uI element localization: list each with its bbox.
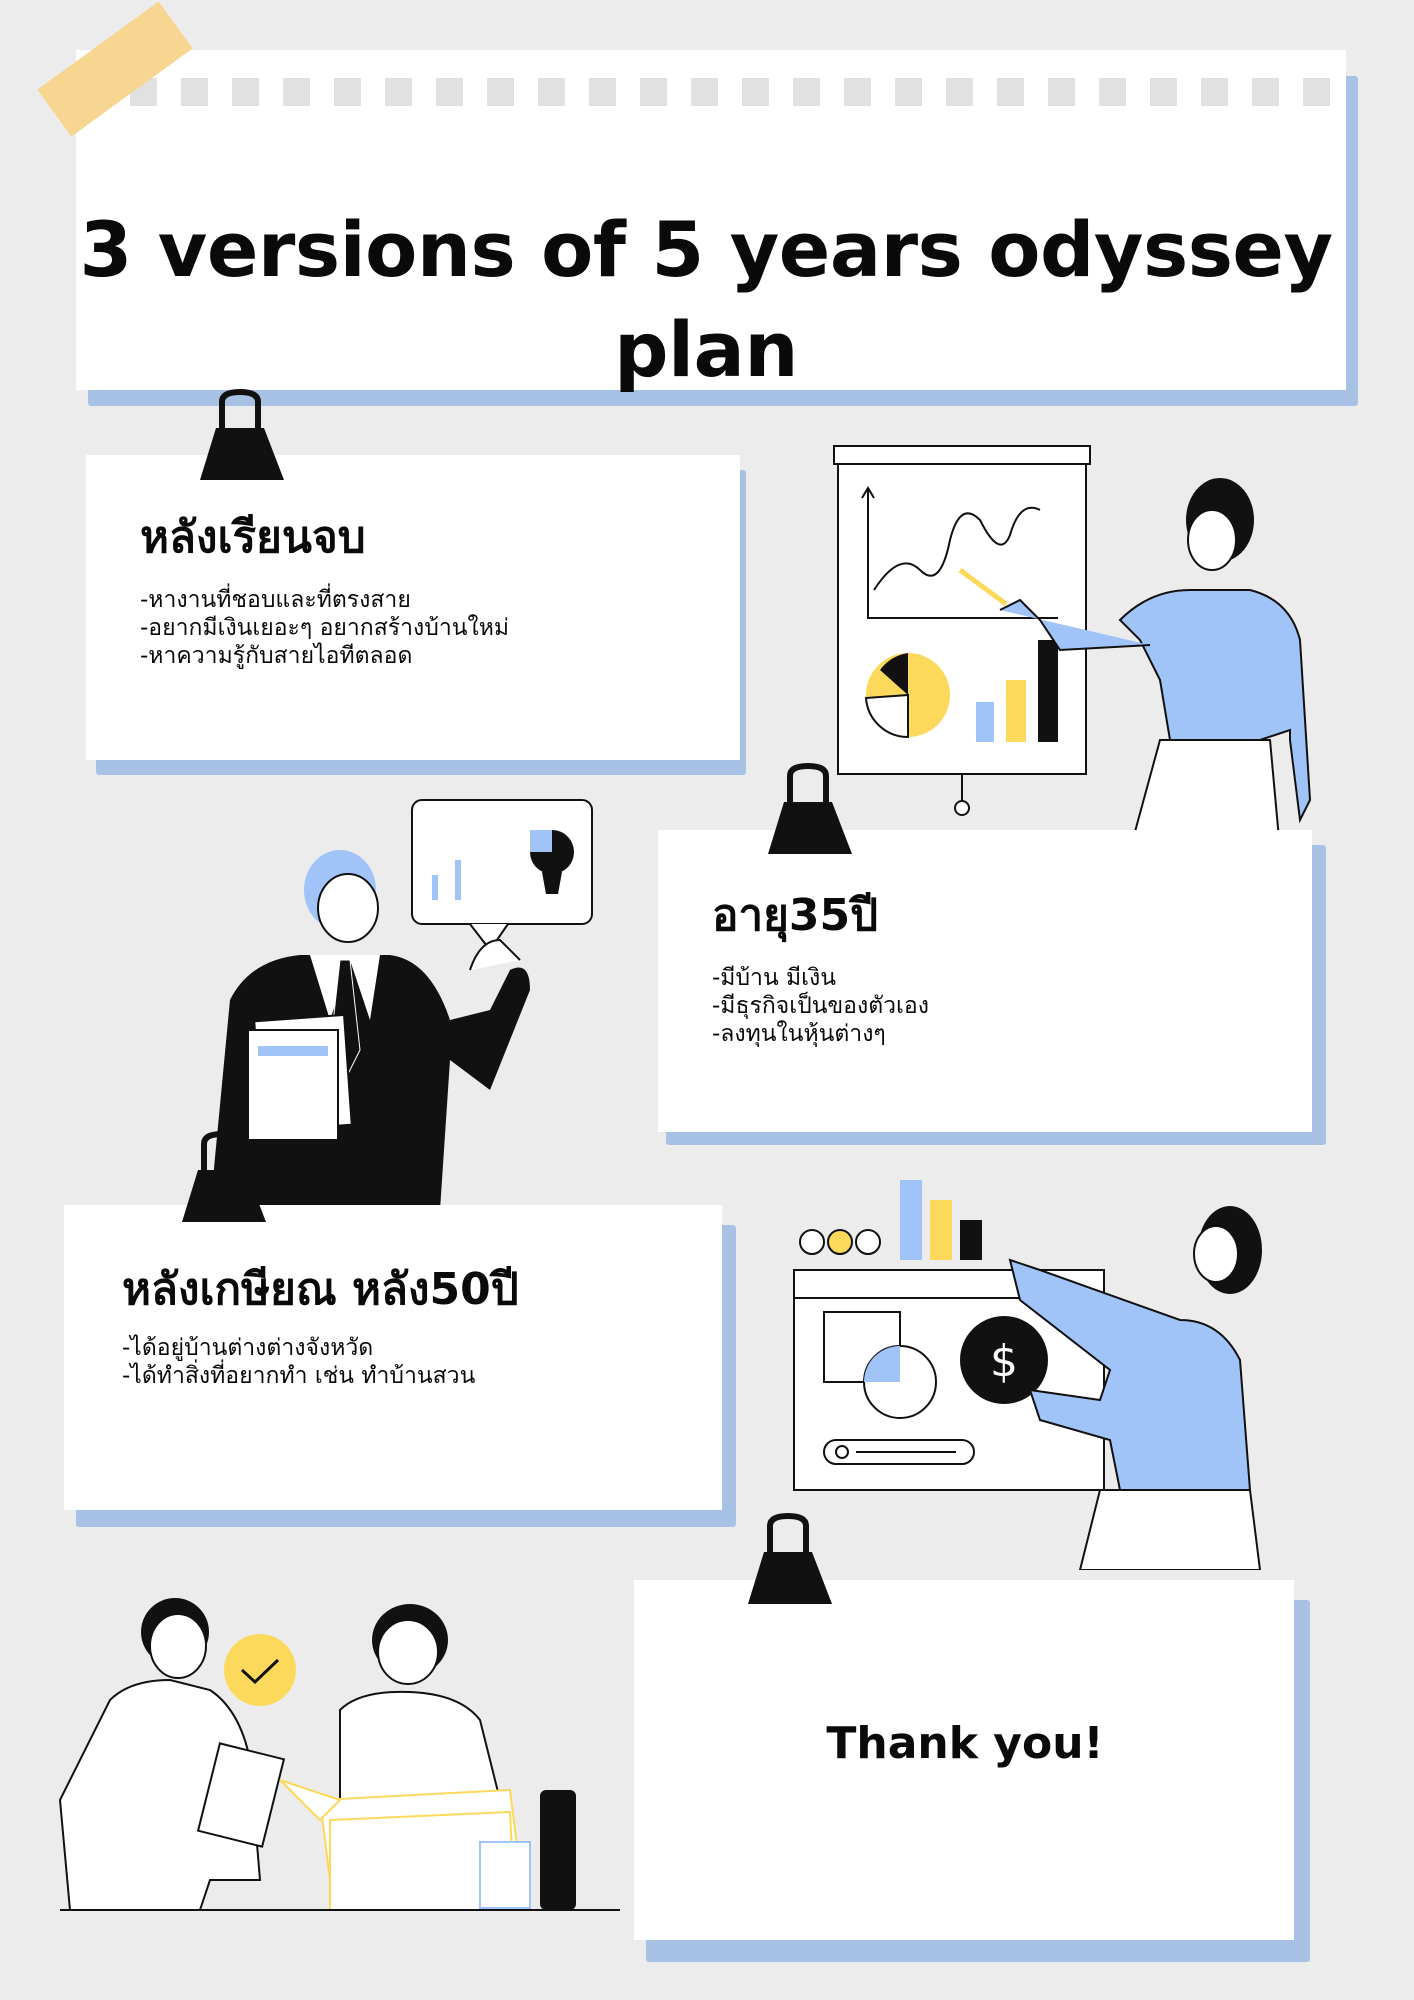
dashboard-illustration: $	[793, 1180, 1262, 1570]
list-item: -ลงทุนในหุ้นต่างๆ	[712, 1021, 886, 1047]
section3-list: -ได้อยู่บ้านต่างต่างจังหวัด -ได้ทำสิ่งที…	[122, 1334, 475, 1390]
page-title: 3 versions of 5 years odyssey plan	[79, 205, 1333, 394]
section1-list: -หางานที่ชอบและที่ตรงสาย -อยากมีเงินเยอะ…	[140, 586, 509, 670]
list-item: -ได้ทำสิ่งที่อยากทำ เช่น ทำบ้านสวน	[122, 1363, 476, 1389]
list-item: -อยากมีเงินเยอะๆ อยากสร้างบ้านใหม่	[140, 615, 510, 641]
closing-text: Thank you!	[826, 1718, 1104, 1769]
section3-heading: หลังเกษียณ หลัง50ปี	[122, 1264, 519, 1315]
section2-list: -มีบ้าน มีเงิน -มีธุรกิจเป็นของตัวเอง -ล…	[712, 964, 929, 1048]
list-item: -มีบ้าน มีเงิน	[712, 965, 836, 991]
dollar-icon: $	[990, 1336, 1018, 1387]
binder-clip-icon	[768, 762, 852, 854]
section1-heading: หลังเรียนจบ	[140, 512, 366, 563]
title-card-perforation	[130, 78, 1330, 106]
list-item: -หางานที่ชอบและที่ตรงสาย	[140, 587, 411, 613]
presentation-illustration	[833, 445, 1312, 850]
list-item: -หาความรู้กับสายไอทีตลอด	[140, 643, 413, 669]
binder-clip-icon	[748, 1512, 832, 1604]
binder-clip-icon	[200, 388, 284, 480]
tape-strip	[37, 1, 193, 137]
binder-clip-icon	[182, 1130, 266, 1222]
team-illustration	[58, 1598, 620, 1911]
list-item: -มีธุรกิจเป็นของตัวเอง	[712, 993, 929, 1019]
list-item: -ได้อยู่บ้านต่างต่างจังหวัด	[122, 1335, 374, 1361]
section2-heading: อายุ35ปี	[712, 890, 879, 941]
